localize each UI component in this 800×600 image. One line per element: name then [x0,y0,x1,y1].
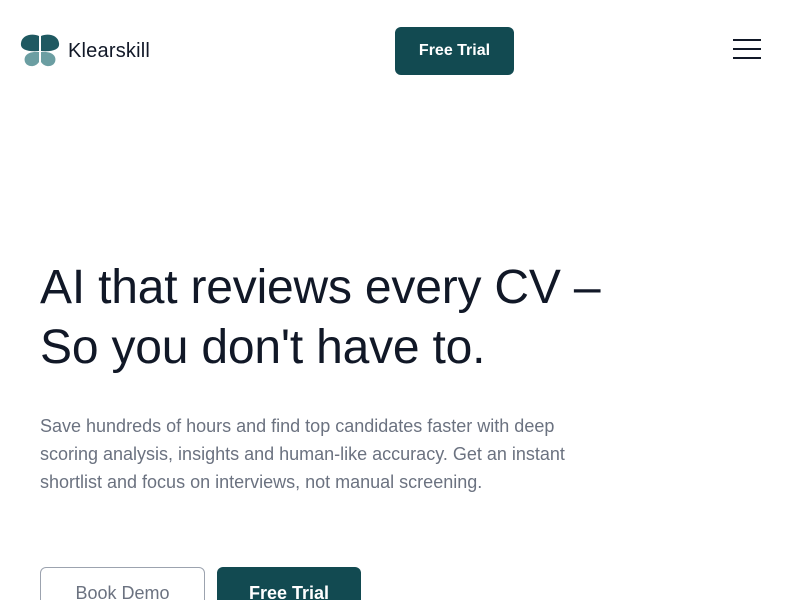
menu-toggle-button[interactable] [731,36,763,62]
hero-section: AI that reviews every CV – So you don't … [40,258,760,496]
brand-name: Klearskill [68,39,151,62]
hero-subtitle: Save hundreds of hours and find top cand… [40,416,565,492]
book-demo-button[interactable]: Book Demo [40,567,205,600]
butterfly-logo-icon [20,34,60,67]
hero-title: AI that reviews every CV – So you don't … [40,258,760,378]
hamburger-menu-icon [733,39,761,59]
hero-title-line-1: AI that reviews every CV – [40,261,601,314]
hero-actions: Book Demo Free Trial [40,567,361,600]
site-header: Klearskill Free Trial [0,0,800,100]
header-free-trial-button[interactable]: Free Trial [395,27,514,75]
hero-free-trial-button[interactable]: Free Trial [217,567,361,600]
hero-title-line-2: So you don't have to. [40,321,486,374]
landing-page: Klearskill Free Trial AI that reviews ev… [0,0,800,600]
brand-link[interactable]: Klearskill [20,34,150,68]
